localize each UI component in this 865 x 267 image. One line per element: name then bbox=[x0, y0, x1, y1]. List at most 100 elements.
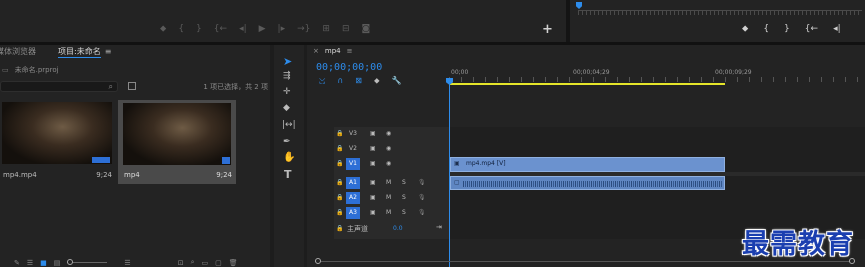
search-input[interactable]: ⌕ bbox=[0, 81, 118, 92]
playhead[interactable] bbox=[449, 78, 450, 267]
track-label[interactable]: A3 bbox=[346, 207, 360, 219]
add-marker-icon[interactable]: ⬥ bbox=[374, 76, 380, 86]
timeline-scrollbar[interactable] bbox=[315, 258, 855, 264]
razor-tool-icon[interactable]: ◆ bbox=[283, 103, 290, 113]
program-mark-in-icon[interactable]: { bbox=[763, 24, 769, 34]
marker-icon[interactable]: ⬥ bbox=[160, 24, 166, 34]
audio-clip[interactable]: ▢ bbox=[450, 176, 725, 190]
eye-icon[interactable]: ◉ bbox=[386, 160, 391, 167]
track-select-tool-icon[interactable]: ⇶ bbox=[283, 71, 291, 81]
tab-sequence[interactable]: mp4 bbox=[325, 47, 341, 55]
lock-icon[interactable]: 🔒 bbox=[336, 194, 343, 201]
track-label[interactable]: A1 bbox=[346, 177, 360, 189]
tab-media-browser[interactable]: 媒体浏览器 bbox=[0, 46, 36, 57]
mute-button[interactable]: M bbox=[386, 179, 391, 186]
go-to-in-icon[interactable]: {← bbox=[214, 24, 227, 34]
write-protect-icon[interactable]: ✎ bbox=[14, 259, 20, 267]
tab-menu-icon[interactable]: ≡ bbox=[105, 47, 112, 56]
tab-menu-icon[interactable]: ≡ bbox=[347, 47, 353, 55]
step-back-icon[interactable]: ◂| bbox=[239, 24, 247, 34]
mute-button[interactable]: M bbox=[386, 209, 391, 216]
project-item[interactable]: mp4.mp4 9;24 bbox=[0, 102, 116, 184]
sync-icon[interactable]: ▣ bbox=[370, 160, 376, 167]
sort-icon[interactable]: ☰ bbox=[124, 259, 130, 267]
lock-icon[interactable]: 🔒 bbox=[336, 145, 343, 152]
slip-tool-icon[interactable]: |↔| bbox=[282, 120, 296, 130]
snap-icon[interactable]: ∩ bbox=[337, 76, 343, 86]
track-label[interactable]: V2 bbox=[349, 145, 357, 152]
step-forward-icon[interactable]: |▸ bbox=[278, 24, 286, 34]
work-area-bar[interactable] bbox=[449, 83, 725, 85]
mic-icon[interactable]: 🎙 bbox=[418, 209, 426, 216]
eye-icon[interactable]: ◉ bbox=[386, 145, 391, 152]
time-ruler[interactable]: 00;00 00;00;04;29 00;00;09;29 bbox=[449, 67, 865, 87]
hand-tool-icon[interactable]: ✋ bbox=[283, 152, 295, 163]
icon-view-icon[interactable]: ■ bbox=[40, 259, 47, 267]
program-marker-icon[interactable]: ⬥ bbox=[742, 24, 748, 34]
program-go-to-in-icon[interactable]: {← bbox=[805, 24, 818, 34]
watermark: 最需教育 bbox=[742, 229, 854, 260]
selection-status: 1 项已选择，共 2 项 bbox=[203, 83, 268, 91]
type-tool-icon[interactable]: T bbox=[284, 168, 292, 181]
lock-icon[interactable]: 🔒 bbox=[336, 160, 343, 167]
automate-icon[interactable]: ⊡ bbox=[178, 259, 184, 267]
export-frame-icon[interactable]: ◙ bbox=[361, 24, 370, 34]
sync-icon[interactable]: ▣ bbox=[370, 130, 376, 137]
timecode-display[interactable]: 00;00;00;00 bbox=[316, 62, 382, 73]
trash-icon[interactable]: 🗑 bbox=[229, 259, 238, 267]
track-header-master: 🔒 主声道 0.0 ⇥ bbox=[334, 222, 449, 237]
close-icon[interactable]: × bbox=[313, 47, 319, 55]
add-button[interactable]: + bbox=[542, 22, 553, 37]
selection-tool-icon[interactable]: ➤ bbox=[283, 55, 292, 68]
zoom-slider[interactable] bbox=[67, 259, 108, 265]
ripple-edit-tool-icon[interactable]: ✛ bbox=[283, 87, 291, 97]
lock-icon[interactable]: 🔒 bbox=[336, 130, 343, 137]
list-view-icon[interactable]: ☰ bbox=[27, 259, 33, 267]
mute-button[interactable]: M bbox=[386, 194, 391, 201]
go-to-out-icon[interactable]: →} bbox=[297, 24, 310, 34]
solo-button[interactable]: S bbox=[402, 194, 406, 201]
track-label[interactable]: A2 bbox=[346, 192, 360, 204]
search-icon: ⌕ bbox=[108, 82, 113, 91]
sync-icon[interactable]: ▣ bbox=[370, 179, 376, 186]
solo-button[interactable]: S bbox=[402, 209, 406, 216]
sync-icon[interactable]: ▣ bbox=[370, 145, 376, 152]
linked-selection-icon[interactable]: ⊠ bbox=[355, 76, 362, 86]
go-to-end-icon[interactable]: ⇥ bbox=[436, 223, 442, 231]
program-mark-out-icon[interactable]: } bbox=[784, 24, 790, 34]
mic-icon[interactable]: 🎙 bbox=[418, 179, 426, 186]
track-header-v1: 🔒 V1 ▣ ◉ bbox=[334, 157, 449, 172]
freeform-view-icon[interactable]: ▤ bbox=[54, 259, 61, 267]
eye-icon[interactable]: ◉ bbox=[386, 130, 391, 137]
program-step-back-icon[interactable]: ◂| bbox=[833, 24, 841, 34]
wrench-icon[interactable]: 🔧 bbox=[392, 76, 402, 86]
overwrite-icon[interactable]: ⊟ bbox=[342, 24, 350, 34]
mark-out-icon[interactable]: } bbox=[196, 24, 202, 34]
mark-in-icon[interactable]: { bbox=[178, 24, 184, 34]
sync-icon[interactable]: ▣ bbox=[370, 209, 376, 216]
sync-icon[interactable]: ▣ bbox=[370, 194, 376, 201]
project-item[interactable]: mp4 9;24 bbox=[118, 100, 236, 184]
find-icon[interactable]: ⌕ bbox=[191, 258, 195, 267]
pen-tool-icon[interactable]: ✒ bbox=[283, 137, 291, 147]
program-playhead[interactable] bbox=[576, 2, 582, 9]
new-item-icon[interactable]: ▢ bbox=[215, 259, 222, 267]
tab-project[interactable]: 项目:未命名 bbox=[58, 46, 101, 58]
nest-icon[interactable]: ⤩ bbox=[319, 76, 325, 86]
mic-icon[interactable]: 🎙 bbox=[418, 194, 426, 201]
solo-button[interactable]: S bbox=[402, 179, 406, 186]
lock-icon[interactable]: 🔒 bbox=[336, 179, 343, 186]
lock-icon[interactable]: 🔒 bbox=[336, 225, 343, 232]
video-clip[interactable]: ▣ mp4.mp4 [V] bbox=[450, 157, 725, 172]
fx-icon: ▣ bbox=[454, 160, 460, 167]
new-bin-from-search-icon[interactable] bbox=[128, 82, 136, 90]
program-scrub-bar[interactable] bbox=[578, 10, 862, 15]
sequence-badge bbox=[222, 157, 230, 164]
play-icon[interactable]: ▶ bbox=[259, 24, 266, 34]
track-label[interactable]: V1 bbox=[346, 158, 360, 170]
master-volume-value[interactable]: 0.0 bbox=[393, 225, 403, 232]
new-bin-icon[interactable]: ▭ bbox=[201, 259, 208, 267]
insert-icon[interactable]: ⊞ bbox=[322, 24, 330, 34]
track-label[interactable]: V3 bbox=[349, 130, 357, 137]
lock-icon[interactable]: 🔒 bbox=[336, 209, 343, 216]
